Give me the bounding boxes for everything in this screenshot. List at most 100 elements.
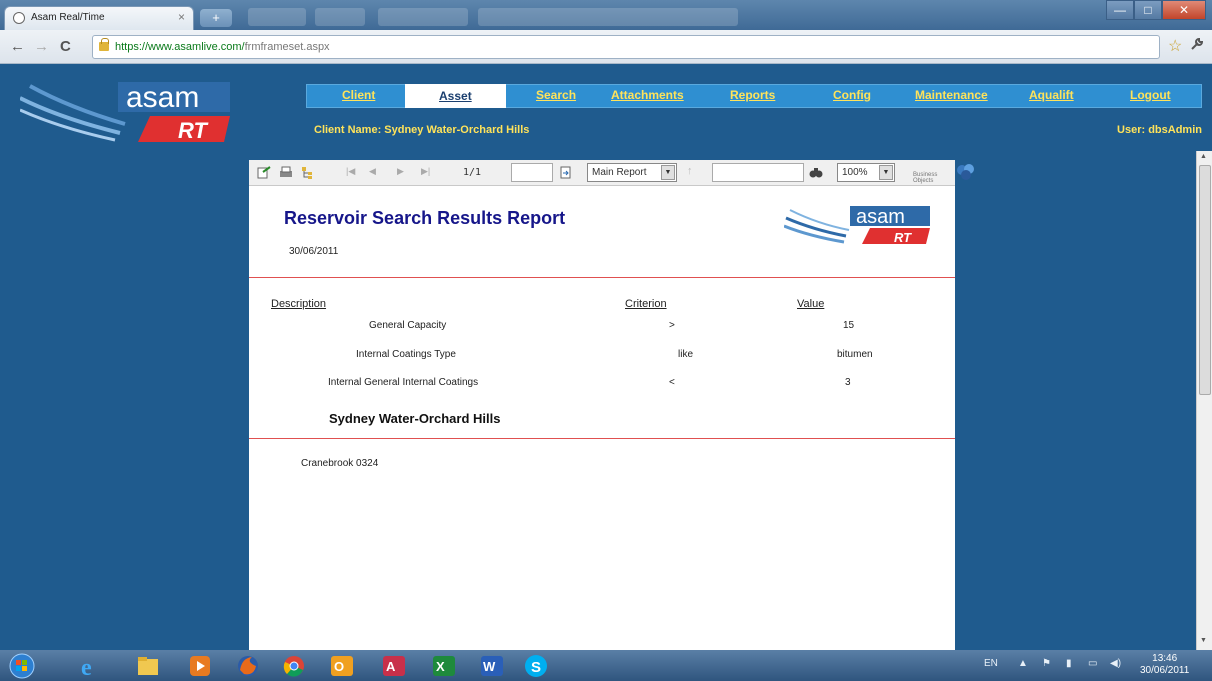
access-icon[interactable]: A xyxy=(374,652,414,679)
page-scrollbar[interactable]: ▲ ▼ xyxy=(1196,151,1212,650)
forward-button[interactable]: → xyxy=(34,38,49,55)
menu-config[interactable]: Config xyxy=(833,88,871,102)
media-player-icon[interactable] xyxy=(180,652,220,679)
menu-reports[interactable]: Reports xyxy=(730,88,775,102)
scroll-thumb[interactable] xyxy=(1199,165,1211,395)
back-button[interactable]: ← xyxy=(10,38,25,55)
last-page-icon[interactable]: ▶| xyxy=(421,166,430,177)
group-tree-icon[interactable] xyxy=(301,166,315,179)
column-header-description: Description xyxy=(271,298,327,310)
language-indicator[interactable]: EN xyxy=(984,658,998,669)
start-button[interactable] xyxy=(2,652,42,679)
report-select[interactable]: Main Report ▼ xyxy=(587,163,677,182)
row-criterion: < xyxy=(669,377,675,388)
asam-app: asam RT Client Asset Search Attachments … xyxy=(0,64,1212,650)
binoculars-icon[interactable] xyxy=(809,166,823,179)
svg-text:S: S xyxy=(531,659,541,676)
tab-close-icon[interactable]: × xyxy=(178,10,185,24)
menu-maintenance[interactable]: Maintenance xyxy=(915,88,988,102)
row-criterion: like xyxy=(678,349,694,360)
close-window-button[interactable]: ✕ xyxy=(1162,0,1206,20)
print-icon[interactable] xyxy=(279,166,293,179)
column-header-criterion: Criterion xyxy=(625,298,667,310)
menu-asset[interactable]: Asset xyxy=(405,84,506,108)
menu-search[interactable]: Search xyxy=(536,88,576,102)
scroll-up-icon[interactable]: ▲ xyxy=(1200,153,1207,160)
zoom-select[interactable]: 100% ▼ xyxy=(837,163,895,182)
asam-rt-report-logo: asam RT xyxy=(784,206,930,244)
svg-text:RT: RT xyxy=(178,118,208,143)
chevron-down-icon: ▼ xyxy=(879,165,893,180)
system-clock[interactable]: 13:46 30/06/2011 xyxy=(1140,653,1189,677)
goto-page-input[interactable] xyxy=(511,163,553,182)
menu-logout[interactable]: Logout xyxy=(1130,88,1171,102)
column-header-value: Value xyxy=(797,298,825,310)
up-arrow-icon[interactable]: ↑ xyxy=(687,165,693,177)
new-tab-button[interactable]: + xyxy=(200,9,232,27)
group-divider xyxy=(249,438,955,439)
bookmark-star-icon[interactable]: ☆ xyxy=(1168,36,1182,56)
network-icon[interactable]: ▭ xyxy=(1088,658,1097,669)
row-description: Internal General Internal Coatings xyxy=(328,377,479,388)
menu-client[interactable]: Client xyxy=(342,88,375,102)
previous-page-icon[interactable]: ◀ xyxy=(369,166,376,177)
row-criterion: > xyxy=(669,320,675,331)
svg-text:asam: asam xyxy=(126,81,199,114)
windows-taskbar: e O A X W S EN ▲ ⚑ ▮ ▭ ◀) 13:46 30/06/20… xyxy=(0,650,1212,681)
row-value: 15 xyxy=(843,320,855,331)
main-menu: Client Asset Search Attachments Reports … xyxy=(306,84,1202,108)
blurred-taskbar-item xyxy=(248,8,306,26)
wrench-icon[interactable] xyxy=(1190,37,1204,54)
client-name-label: Client Name: Sydney Water-Orchard Hills xyxy=(314,124,530,136)
export-icon[interactable] xyxy=(257,166,271,179)
row-description: General Capacity xyxy=(369,320,447,331)
tray-expand-icon[interactable]: ▲ xyxy=(1018,658,1028,669)
tab-title: Asam Real/Time xyxy=(31,12,105,23)
menu-attachments[interactable]: Attachments xyxy=(611,88,684,102)
skype-icon[interactable]: S xyxy=(516,652,556,679)
chevron-down-icon: ▼ xyxy=(661,165,675,180)
excel-icon[interactable]: X xyxy=(424,652,464,679)
first-page-icon[interactable]: |◀ xyxy=(346,166,355,177)
minimize-button[interactable]: — xyxy=(1106,0,1134,20)
svg-text:RT: RT xyxy=(894,230,912,244)
report-date: 30/06/2011 xyxy=(289,246,339,257)
browser-navbar: ← → C https://www.asamlive.com/frmframes… xyxy=(0,30,1212,64)
browser-titlebar: Asam Real/Time × + — □ ✕ xyxy=(0,0,1212,30)
next-page-icon[interactable]: ▶ xyxy=(397,166,404,177)
word-icon[interactable]: W xyxy=(472,652,512,679)
chrome-icon[interactable] xyxy=(274,652,314,679)
client-group-heading: Sydney Water-Orchard Hills xyxy=(329,411,501,426)
row-value: bitumen xyxy=(837,349,873,360)
menu-aqualift[interactable]: Aqualift xyxy=(1029,88,1074,102)
address-bar[interactable]: https://www.asamlive.com/frmframeset.asp… xyxy=(92,35,1160,59)
clock-time: 13:46 xyxy=(1152,653,1178,664)
action-center-icon[interactable]: ⚑ xyxy=(1042,658,1051,669)
device-icon[interactable]: ▮ xyxy=(1066,658,1072,669)
browser-tab[interactable]: Asam Real/Time × xyxy=(4,6,194,30)
search-text-input[interactable] xyxy=(712,163,804,182)
url-text: https://www.asamlive.com/frmframeset.asp… xyxy=(115,41,330,53)
row-description: Internal Coatings Type xyxy=(356,349,456,360)
header-divider xyxy=(249,277,955,278)
scroll-down-icon[interactable]: ▼ xyxy=(1200,637,1207,644)
user-label: User: dbsAdmin xyxy=(1117,124,1202,136)
maximize-button[interactable]: □ xyxy=(1134,0,1162,20)
goto-page-icon[interactable] xyxy=(559,166,573,179)
blurred-taskbar-item xyxy=(478,8,738,26)
svg-text:X: X xyxy=(436,659,445,674)
row-value: 3 xyxy=(845,377,851,388)
svg-text:A: A xyxy=(386,659,396,674)
reload-button[interactable]: C xyxy=(60,38,71,55)
volume-icon[interactable]: ◀) xyxy=(1110,658,1121,669)
outlook-icon[interactable]: O xyxy=(322,652,362,679)
blurred-taskbar-item xyxy=(315,8,365,26)
viewer-toolbar: |◀ ◀ ▶ ▶| 1/1 Main Report ▼ ↑ 100% ▼ Bus… xyxy=(249,160,974,186)
svg-text:W: W xyxy=(483,659,496,674)
firefox-icon[interactable] xyxy=(228,652,268,679)
internet-explorer-icon[interactable]: e xyxy=(70,652,110,679)
lock-icon xyxy=(99,38,109,51)
report-page: Reservoir Search Results Report 30/06/20… xyxy=(249,186,955,650)
asam-rt-logo: asam RT xyxy=(20,81,230,143)
file-explorer-icon[interactable] xyxy=(128,652,168,679)
